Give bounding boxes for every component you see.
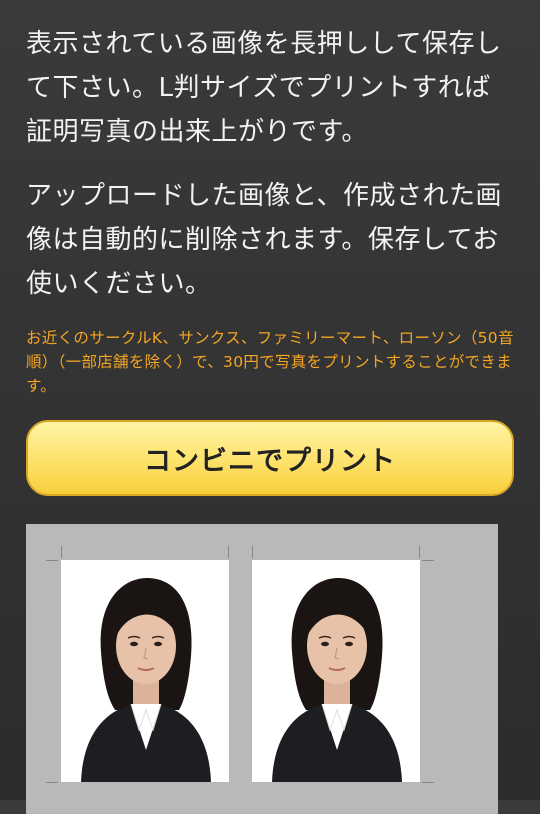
id-photo-2[interactable]: [252, 560, 420, 782]
id-photo-sheet[interactable]: [26, 524, 498, 814]
crop-mark: [252, 546, 253, 558]
print-button-label: コンビニでプリント: [144, 445, 396, 477]
crop-mark: [61, 546, 62, 558]
convenience-store-notice: お近くのサークルK、サンクス、ファミリーマート、ローソン（50音順）（一部店舗を…: [26, 329, 514, 395]
crop-mark: [46, 782, 58, 783]
portrait-image: [272, 578, 402, 782]
convenience-store-print-button[interactable]: コンビニでプリント: [26, 420, 514, 496]
deletion-notice-text: アップロードした画像と、作成された画像は自動的に削除されます。保存してお使いくだ…: [26, 181, 502, 299]
portrait-image: [81, 578, 211, 782]
crop-mark: [46, 560, 58, 561]
crop-mark: [422, 782, 434, 783]
crop-mark: [228, 546, 229, 558]
id-photo-1[interactable]: [61, 560, 229, 782]
instructions-section: 表示されている画像を長押しして保存して下さい。L判サイズでプリントすれば証明写真…: [0, 0, 540, 496]
crop-mark: [419, 546, 420, 558]
crop-mark: [422, 560, 434, 561]
save-instructions-text: 表示されている画像を長押しして保存して下さい。L判サイズでプリントすれば証明写真…: [26, 29, 502, 147]
